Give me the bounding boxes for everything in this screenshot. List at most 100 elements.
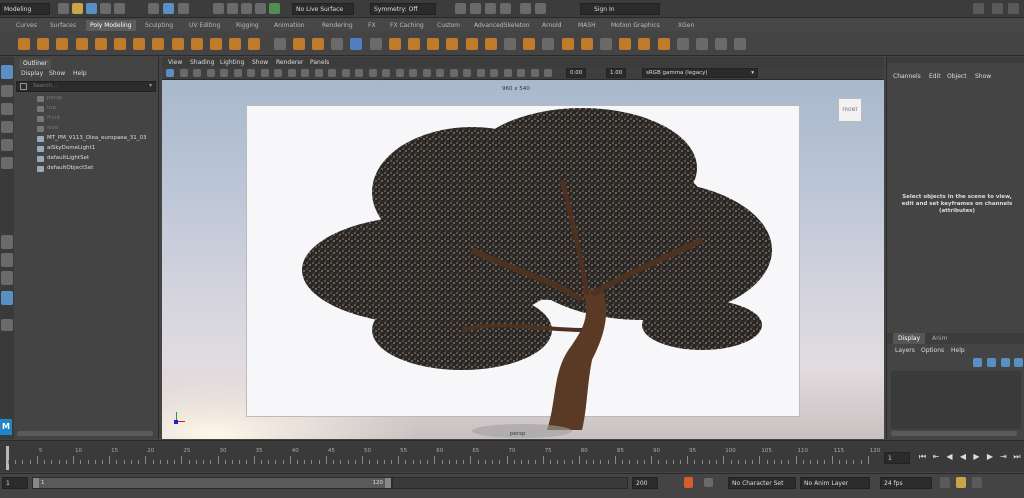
extrude-icon[interactable] xyxy=(388,38,401,50)
shelf-tab-poly-modeling[interactable]: Poly Modeling xyxy=(86,20,136,31)
preferences-icon[interactable] xyxy=(704,478,713,487)
multi-cut-icon[interactable] xyxy=(446,38,459,50)
single-perspective-layout-icon[interactable] xyxy=(1,235,13,249)
outliner-menu-help[interactable]: Help xyxy=(73,70,87,77)
step-forward-frame-icon[interactable]: ▶ xyxy=(985,451,996,462)
auto-key-icon[interactable] xyxy=(684,477,693,488)
snap-surface-icon[interactable] xyxy=(269,3,280,14)
shelf-tab-rendering[interactable]: Rendering xyxy=(318,20,357,31)
layer-list[interactable] xyxy=(891,371,1021,429)
olive-tree-model[interactable] xyxy=(282,100,802,430)
loop-icon[interactable] xyxy=(940,477,950,488)
outliner-item[interactable]: defaultLightSet xyxy=(15,155,159,164)
channel-box-menu-edit[interactable]: Edit xyxy=(929,73,941,80)
outliner-item[interactable]: top xyxy=(15,105,159,114)
outliner-toggle-icon[interactable] xyxy=(1,319,13,331)
sign-in-dropdown[interactable]: Sign In xyxy=(580,3,660,15)
select-component-icon[interactable] xyxy=(178,3,189,14)
cylinder-icon[interactable] xyxy=(56,38,69,50)
textured-icon[interactable] xyxy=(382,69,390,77)
shelf-tab-arnold[interactable]: Arnold xyxy=(538,20,565,31)
bookmarks-icon[interactable] xyxy=(193,69,201,77)
append-icon[interactable] xyxy=(408,38,420,50)
persp-graph-layout-icon[interactable] xyxy=(1,291,13,305)
viewport-menu-show[interactable]: Show xyxy=(252,59,268,66)
quad-draw-icon[interactable] xyxy=(542,38,555,50)
save-scene-icon[interactable] xyxy=(86,3,97,14)
use-all-lights-icon[interactable] xyxy=(395,69,404,77)
sphere-icon[interactable] xyxy=(18,38,30,50)
color-space-dropdown[interactable]: sRGB gamma (legacy) ▾ xyxy=(642,68,758,78)
render-frame-icon[interactable] xyxy=(470,3,481,14)
shelf-tab-curves[interactable]: Curves xyxy=(12,20,41,31)
film-gate-icon[interactable] xyxy=(260,69,269,77)
separate-icon[interactable] xyxy=(312,38,324,50)
channel-box-menu-channels[interactable]: Channels xyxy=(893,73,921,80)
move-layer-up-icon[interactable] xyxy=(973,358,982,367)
layer-menu-layers[interactable]: Layers xyxy=(895,347,915,354)
shelf-tab-rigging[interactable]: Rigging xyxy=(232,20,263,31)
layout-uv-icon[interactable] xyxy=(676,38,689,50)
resolution-gate-icon[interactable] xyxy=(274,69,282,77)
smooth-shade-icon[interactable] xyxy=(355,69,363,77)
shelf-tab-xgen[interactable]: XGen xyxy=(674,20,698,31)
search-dropdown-icon[interactable]: ▾ xyxy=(149,82,152,89)
ruler-icon[interactable] xyxy=(734,38,747,50)
fps-dropdown[interactable]: 24 fps xyxy=(880,477,932,489)
grease-pencil-icon[interactable] xyxy=(233,69,242,77)
create-layer-icon[interactable] xyxy=(1001,358,1010,367)
gamma-field[interactable]: 1.00 xyxy=(606,68,626,78)
select-camera-icon[interactable] xyxy=(166,69,174,77)
safe-title-icon[interactable] xyxy=(328,69,336,77)
viewport-menu-lighting[interactable]: Lighting xyxy=(220,59,244,66)
grid-icon[interactable] xyxy=(273,38,286,50)
pyramid-icon[interactable] xyxy=(152,38,165,50)
range-track[interactable] xyxy=(392,477,628,489)
play-backwards-icon[interactable]: ◀ xyxy=(958,451,969,462)
layer-tab-display[interactable]: Display xyxy=(893,333,926,344)
x-ray-components-icon[interactable] xyxy=(517,69,525,77)
viewport-menu-renderer[interactable]: Renderer xyxy=(276,59,303,66)
search-icon[interactable] xyxy=(973,3,984,14)
play-forwards-icon[interactable]: ▶ xyxy=(971,451,982,462)
ipr-render-icon[interactable] xyxy=(485,3,496,14)
select-tool-icon[interactable] xyxy=(1,65,13,79)
outliner-search-input[interactable]: Search... ▾ xyxy=(16,81,156,92)
shelf-tab-surfaces[interactable]: Surfaces xyxy=(46,20,80,31)
create-layer-from-selected-icon[interactable] xyxy=(1014,358,1023,367)
camera-attributes-icon[interactable] xyxy=(179,69,188,77)
shelf-tab-uv-editing[interactable]: UV Editing xyxy=(185,20,224,31)
anim-prefs-icon[interactable] xyxy=(972,477,982,488)
step-back-key-icon[interactable]: ⇤ xyxy=(931,451,942,462)
snap-curve-icon[interactable] xyxy=(227,3,238,14)
scale-tool-icon[interactable] xyxy=(1,157,13,169)
outliner-menu-show[interactable]: Show xyxy=(49,70,65,77)
grid-icon[interactable] xyxy=(247,69,255,77)
mirror-icon[interactable] xyxy=(523,38,536,50)
undo-icon[interactable] xyxy=(100,3,111,14)
2d-pan-zoom-icon[interactable] xyxy=(220,69,228,77)
channel-box-menu-object[interactable]: Object xyxy=(947,73,967,80)
smooth-icon[interactable] xyxy=(331,38,344,50)
rotate-tool-icon[interactable] xyxy=(1,139,13,151)
plane-icon[interactable] xyxy=(114,38,126,50)
viewport-menu-shading[interactable]: Shading xyxy=(190,59,214,66)
range-handle-left[interactable] xyxy=(33,478,39,488)
wireframe-icon[interactable] xyxy=(341,69,350,77)
planar-uv-icon[interactable] xyxy=(580,38,593,50)
toggle-attribute-editor-icon[interactable] xyxy=(992,3,1003,14)
end-time-field[interactable]: 200 xyxy=(632,477,658,489)
step-back-frame-icon[interactable]: ◀ xyxy=(944,451,955,462)
torus-icon[interactable] xyxy=(94,38,107,50)
boolean-icon[interactable] xyxy=(504,38,516,50)
safe-action-icon[interactable] xyxy=(314,69,323,77)
shelf-tab-advancedskeleton[interactable]: AdvancedSkeleton xyxy=(470,20,534,31)
viewport-menu-view[interactable]: View xyxy=(168,59,182,66)
move-layer-down-icon[interactable] xyxy=(987,358,996,367)
four-view-layout-icon[interactable] xyxy=(1,253,13,267)
auto-uv-icon[interactable] xyxy=(600,38,612,50)
snap-grid-icon[interactable] xyxy=(213,3,224,14)
combine-icon[interactable] xyxy=(292,38,305,50)
new-scene-icon[interactable] xyxy=(58,3,69,14)
target-weld-icon[interactable] xyxy=(465,38,478,50)
